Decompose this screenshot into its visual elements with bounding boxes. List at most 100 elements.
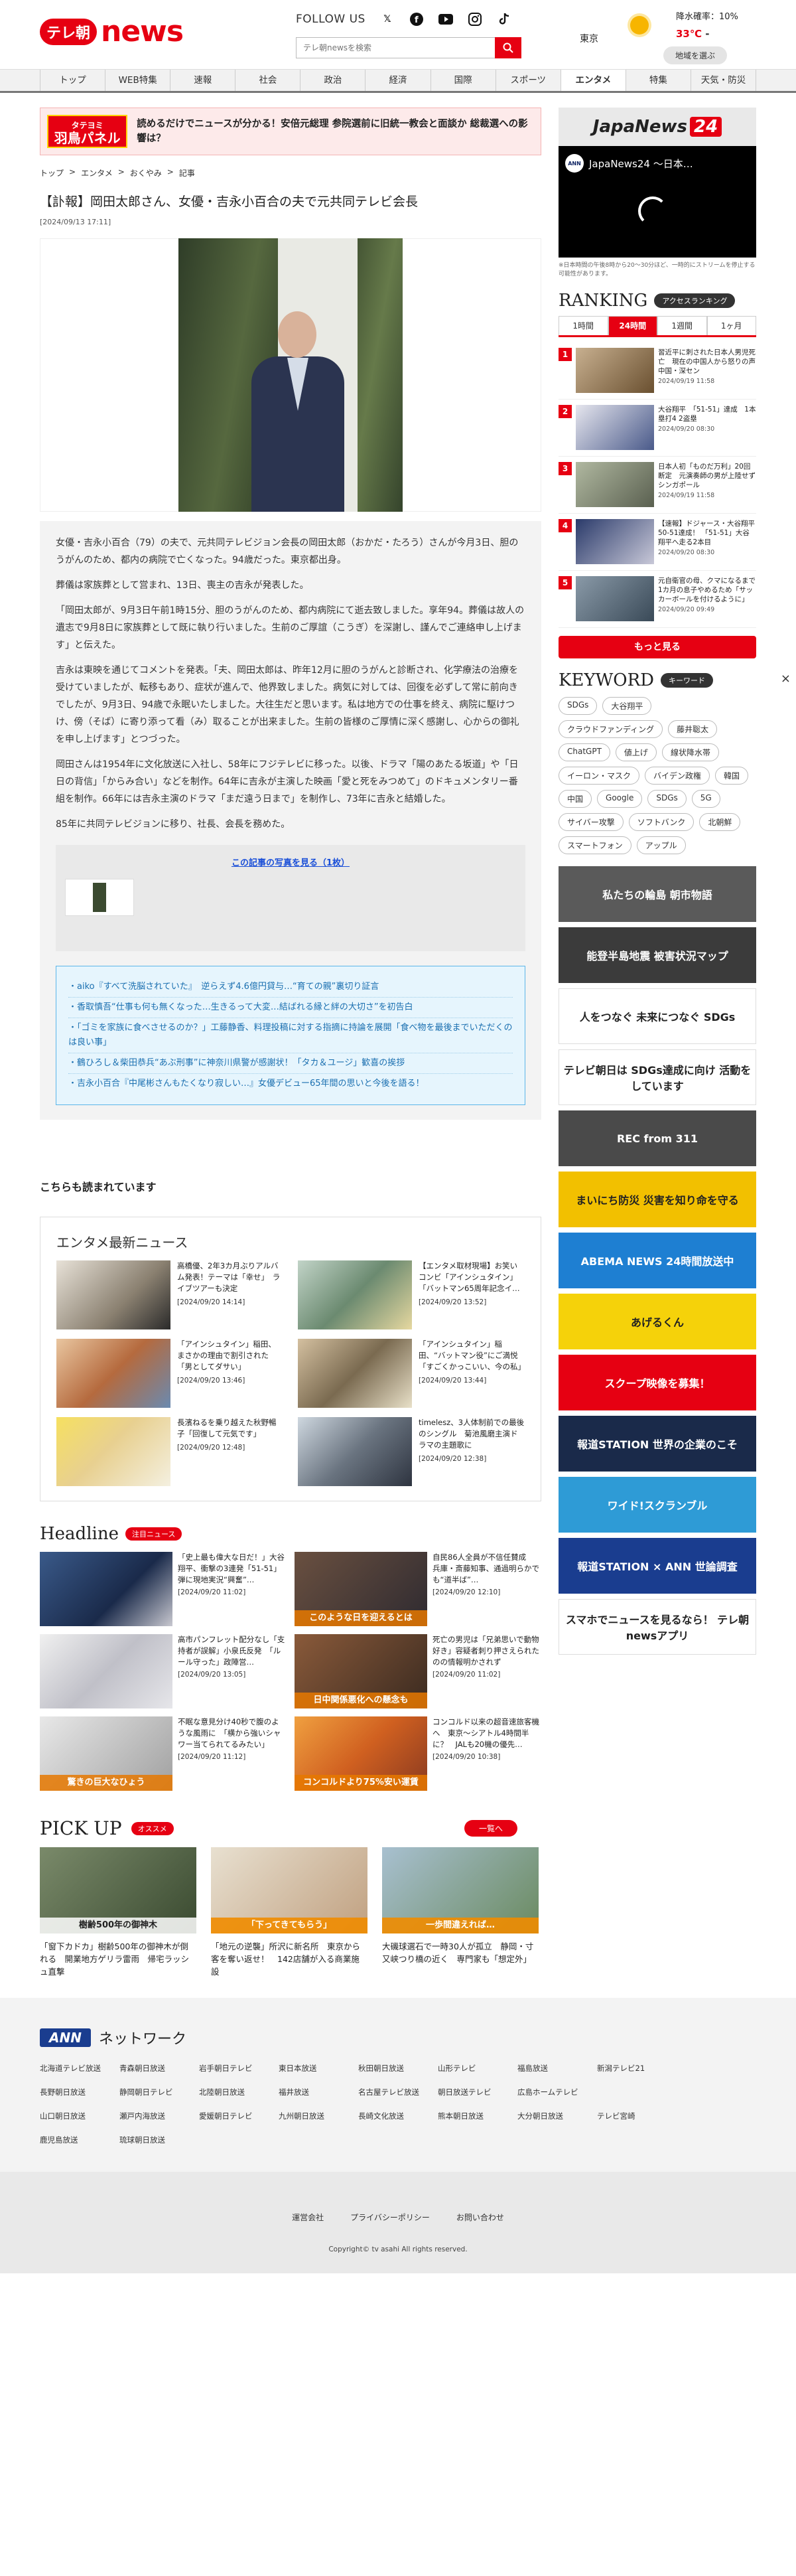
pickup-item[interactable]: 樹齢500年の御神木 「窗下カドカ」樹齢500年の御神木が倒れる 開業地方ゲリラ雷… (40, 1847, 196, 1978)
nav-item[interactable]: 国際 (431, 70, 496, 91)
nav-item[interactable]: 経済 (365, 70, 431, 91)
sidebar-banner[interactable]: REC from 311 (559, 1110, 756, 1166)
ann-station-link[interactable]: 名古屋テレビ放送 (358, 2087, 438, 2097)
x-icon[interactable]: 𝕏 (380, 12, 395, 27)
ranking-tab[interactable]: 1週間 (657, 316, 707, 335)
ann-station-link[interactable]: 朝日放送テレビ (438, 2087, 517, 2097)
ann-station-link[interactable]: 山口朝日放送 (40, 2111, 119, 2121)
nav-item-active[interactable]: エンタメ (561, 70, 626, 91)
keyword-chip[interactable]: バイデン政権 (645, 767, 710, 785)
ranking-tab[interactable]: 1ヶ月 (706, 316, 756, 335)
ent-news-item[interactable]: 長濱ねるを乗り越えた秋野暢子「回復して元気です」 [2024/09/20 12:4… (56, 1417, 283, 1486)
sidebar-banner[interactable]: あげるくん (559, 1294, 756, 1349)
ranking-item[interactable]: 3 日本人初「ものだ万利」20回断定 元演奏師の男が上陸せず シンガポール 2024… (559, 457, 763, 514)
keyword-chip[interactable]: イーロン・マスク (559, 767, 640, 785)
nav-item[interactable]: 天気・防災 (691, 70, 757, 91)
related-link[interactable]: ・「ゴミを家族に食べさせるのか？」工藤静香、料理投稿に対する指摘に持論を展開「食… (68, 1018, 513, 1053)
sidebar-banner[interactable]: スクープ映像を募集！ (559, 1355, 756, 1410)
sidebar-banner[interactable]: 報道STATION 世界の企業のこそ (559, 1416, 756, 1472)
pickup-item[interactable]: 一歩間違えれば… 大磯球選石で一時30人が孤立 静岡・寸又峡つり橋の近く 専門家も… (382, 1847, 539, 1978)
headline-item[interactable]: コンコルドより75%安い運賃 コンコルド以来の超音速旅客機へ 東京〜シアトル4時間… (295, 1716, 541, 1791)
ann-station-link[interactable]: 鹿児島放送 (40, 2135, 119, 2145)
ann-station-link[interactable]: 北海道テレビ放送 (40, 2063, 119, 2074)
nav-item[interactable]: 特集 (626, 70, 691, 91)
facebook-icon[interactable]: f (409, 12, 424, 27)
ent-news-item[interactable]: 「アインシュタイン」稲田、“バットマン役”にご満悦「すごくかっこいい、今の私」 [… (298, 1339, 525, 1408)
sidebar-banner[interactable]: 能登半島地震 被害状況マップ (559, 927, 756, 983)
ent-news-item[interactable]: 「アインシュタイン」稲田、まさかの理由で割引された「男としてダサい」 [2024/… (56, 1339, 283, 1408)
keyword-chip[interactable]: 中国 (559, 790, 592, 808)
ann-station-link[interactable]: 福井放送 (279, 2087, 358, 2097)
nav-item[interactable]: トップ (40, 70, 106, 91)
close-icon[interactable]: × (781, 672, 791, 686)
ent-news-item[interactable]: 【エンタメ取材現場】お笑いコンビ「アインシュタイン」 「バットマン65周年記念イ… (298, 1260, 525, 1329)
ann-station-link[interactable]: 大分朝日放送 (517, 2111, 597, 2121)
sidebar-banner[interactable]: 人をつなぐ 未来につなぐ SDGs (559, 988, 756, 1044)
site-logo[interactable]: テレ朝 news (40, 15, 184, 48)
ranking-item[interactable]: 4 【速報】ドジャース・大谷翔平 50-51達成！ 「51-51」大谷翔平へ走る2… (559, 514, 756, 571)
ranking-tab-active[interactable]: 24時間 (608, 316, 657, 335)
keyword-chip[interactable]: ソフトバンク (628, 813, 695, 831)
instagram-icon[interactable] (468, 12, 482, 27)
sidebar-banner[interactable]: まいにち防災 災害を知り命を守る (559, 1172, 756, 1227)
related-link[interactable]: ・鶴ひろし＆柴田恭兵“あぶ刑事”に神奈川県警が感謝状！「タカ＆ユージ」歓喜の挨拶 (68, 1053, 513, 1074)
tiktok-icon[interactable] (497, 12, 511, 27)
live-video-player[interactable]: ANN JapaNews24 ～日本… (559, 146, 756, 258)
ann-station-link[interactable]: 福島放送 (517, 2063, 597, 2074)
headline-item[interactable]: 驚きの巨大なひょう 不眠な意見分け40秒で腹のような風雨に 「横から強いシャワー当… (40, 1716, 287, 1791)
ann-station-link[interactable]: テレビ宮崎 (597, 2111, 677, 2121)
keyword-chip[interactable]: SDGs (647, 790, 687, 808)
ann-station-link[interactable]: 山形テレビ (438, 2063, 517, 2074)
ann-station-link[interactable]: 東日本放送 (279, 2063, 358, 2074)
ann-station-link[interactable]: 熊本朝日放送 (438, 2111, 517, 2121)
keyword-chip[interactable]: 線状降水帯 (661, 743, 719, 761)
headline-item[interactable]: 「史上最も偉大な日だ！」大谷翔平、衝撃の3連発「51-51」弾に現地実況“興奮”… (40, 1552, 287, 1626)
ann-station-link[interactable]: 広島ホームテレビ (517, 2087, 597, 2097)
ann-station-link[interactable]: 愛媛朝日テレビ (199, 2111, 279, 2121)
japannews-header[interactable]: JapaNews 24 (559, 108, 756, 146)
ent-news-item[interactable]: timelesz、3人体制前での最後のシングル 菊池風磨主演ドラマの主題歌に [2… (298, 1417, 525, 1486)
keyword-chip[interactable]: Google (597, 790, 643, 808)
keyword-chip[interactable]: スマートフォン (559, 836, 631, 854)
ann-station-link[interactable]: 長崎文化放送 (358, 2111, 438, 2121)
related-link[interactable]: ・吉永小百合『中尾彬さんもたくなり寂しい…』女優デビュー65年間の思いと今後を語… (68, 1074, 513, 1094)
nav-item[interactable]: 社会 (235, 70, 301, 91)
ranking-tab[interactable]: 1時間 (559, 316, 608, 335)
sidebar-banner[interactable]: スマホでニュースを見るなら！ テレ朝newsアプリ (559, 1599, 756, 1655)
keyword-chip[interactable]: アップル (636, 836, 686, 854)
keyword-chip[interactable]: サイバー攻撃 (559, 813, 624, 831)
sidebar-banner[interactable]: 報道STATION × ANN 世論調査 (559, 1538, 756, 1594)
keyword-chip[interactable]: 北朝鮮 (699, 813, 741, 831)
keyword-chip[interactable]: クラウドファンディング (559, 720, 663, 738)
keyword-chip[interactable]: 値上げ (615, 743, 657, 761)
headline-item[interactable]: 日中関係悪化への懸念も 死亡の男児は「兄弟思いで動物好き」容疑者刺り押さえられたの… (295, 1634, 541, 1708)
ann-station-link[interactable]: 秋田朝日放送 (358, 2063, 438, 2074)
youtube-icon[interactable] (438, 12, 453, 27)
keyword-chip[interactable]: 藤井聡太 (668, 720, 718, 738)
nav-item[interactable]: スポーツ (496, 70, 561, 91)
region-select-button[interactable]: 地域を選ぶ (663, 46, 728, 64)
footer-link[interactable]: プライバシーポリシー (350, 2212, 430, 2223)
ann-station-link[interactable]: 九州朝日放送 (279, 2111, 358, 2121)
search-input[interactable] (296, 37, 495, 58)
keyword-chip[interactable]: ChatGPT (559, 743, 610, 761)
ann-station-link[interactable]: 瀬戸内海放送 (119, 2111, 199, 2121)
sidebar-banner[interactable]: 私たちの輪島 朝市物語 (559, 866, 756, 922)
ann-station-link[interactable]: 長野朝日放送 (40, 2087, 119, 2097)
footer-link[interactable]: お問い合わせ (456, 2212, 504, 2223)
ent-news-item[interactable]: 高橋優、2年3カ月ぶりアルバム発表！テーマは「幸せ」 ライブツアーも決定 [202… (56, 1260, 283, 1329)
search-button[interactable] (495, 37, 521, 58)
article-photo[interactable] (178, 238, 403, 512)
sidebar-banner[interactable]: テレビ朝日は SDGs達成に向け 活動をしています (559, 1049, 756, 1105)
ranking-item[interactable]: 5 元自衛官の母、クマになるまで 1カ月の息子やめるため「サッカーボールを付けるよ… (559, 571, 763, 628)
breadcrumb-item[interactable]: エンタメ (81, 167, 113, 179)
ann-station-link[interactable]: 琉球朝日放送 (119, 2135, 199, 2145)
ann-station-link[interactable]: 新潟テレビ21 (597, 2063, 677, 2074)
pickup-all-button[interactable]: 一覧へ (464, 1820, 518, 1837)
keyword-chip[interactable]: SDGs (559, 697, 598, 715)
related-link[interactable]: ・香取慎吾“仕事も何も無くなった…生きるって大変…結ばれる縁と絆の大切さ”を初告… (68, 998, 513, 1018)
breadcrumb-item[interactable]: トップ (40, 167, 64, 179)
ann-station-link[interactable]: 静岡朝日テレビ (119, 2087, 199, 2097)
headline-item[interactable]: このような日を迎えるとは 自民86人全員が不信任賛成 兵庫・斎藤知事、通過明らかで… (295, 1552, 541, 1626)
ranking-more-button[interactable]: もっと見る (559, 636, 756, 658)
